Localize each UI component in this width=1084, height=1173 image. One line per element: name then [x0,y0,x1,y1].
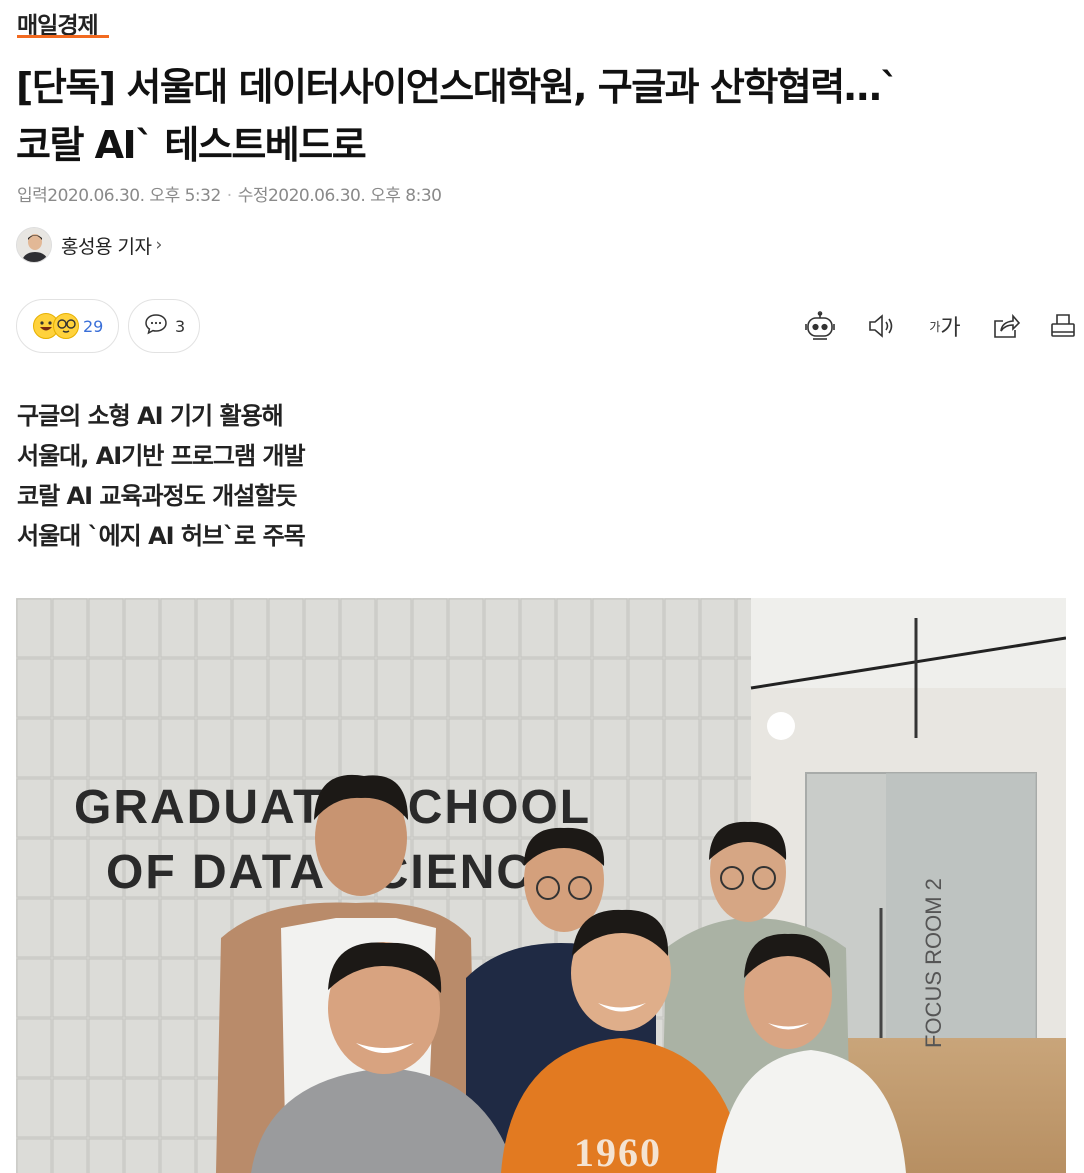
summary-line: 구글의 소형 AI 기기 활용해 [17,402,284,430]
summary-line: 코랄 AI 교육과정도 개설할듯 [17,482,297,510]
glasses-emoji-icon [53,313,79,339]
door-text: FOCUS ROOM 2 [921,878,946,1048]
comment-count: 3 [175,316,186,336]
font-size-large-label: 가 [940,316,961,341]
reaction-button[interactable]: 29 [16,299,119,353]
summary-line: 서울대 `에지 AI 허브`로 주목 [17,522,306,550]
group-photo-illustration: FOCUS ROOM 2 GRADUATE SCHOOL OF DATA SCI… [16,598,1066,1173]
share-icon[interactable] [988,308,1024,344]
comment-bubble-icon [144,313,168,339]
font-size-icon[interactable]: 가가 [925,308,965,344]
modified-date: 2020.06.30. 오후 8:30 [267,186,442,206]
article-headline: [단독] 서울대 데이터사이언스대학원, 구글과 산학협력…` 코랄 AI` 테… [16,58,1076,174]
headline-line-2: 코랄 AI` 테스트베드로 [16,123,367,167]
print-icon[interactable] [1045,308,1081,344]
author-avatar [16,227,52,263]
summary-line: 서울대, AI기반 프로그램 개발 [17,442,306,470]
article-photo[interactable]: FOCUS ROOM 2 GRADUATE SCHOOL OF DATA SCI… [16,598,1066,1173]
shirt-text: 1960 [574,1130,662,1173]
published-date: 2020.06.30. 오후 5:32 [47,186,221,206]
speaker-icon[interactable] [863,308,899,344]
date-separator: · [226,186,232,206]
chevron-right-icon: › [155,235,163,255]
publisher-underline [17,35,109,38]
article-summary: 구글의 소형 AI 기기 활용해 서울대, AI기반 프로그램 개발 코랄 AI… [17,396,306,556]
comment-button[interactable]: 3 [128,299,200,353]
author-name: 홍성용 기자 [61,235,152,258]
modified-label: 수정 [237,186,269,206]
published-label: 입력 [17,186,48,206]
author-link[interactable]: 홍성용 기자 › [16,227,162,263]
headline-line-1: [단독] 서울대 데이터사이언스대학원, 구글과 산학협력…` [16,65,899,109]
article-dates: 입력2020.06.30. 오후 5:32 · 수정2020.06.30. 오후 8… [17,181,442,206]
font-size-small-label: 가 [929,319,941,334]
robot-summary-icon[interactable] [802,308,838,344]
reaction-count: 29 [83,316,104,336]
